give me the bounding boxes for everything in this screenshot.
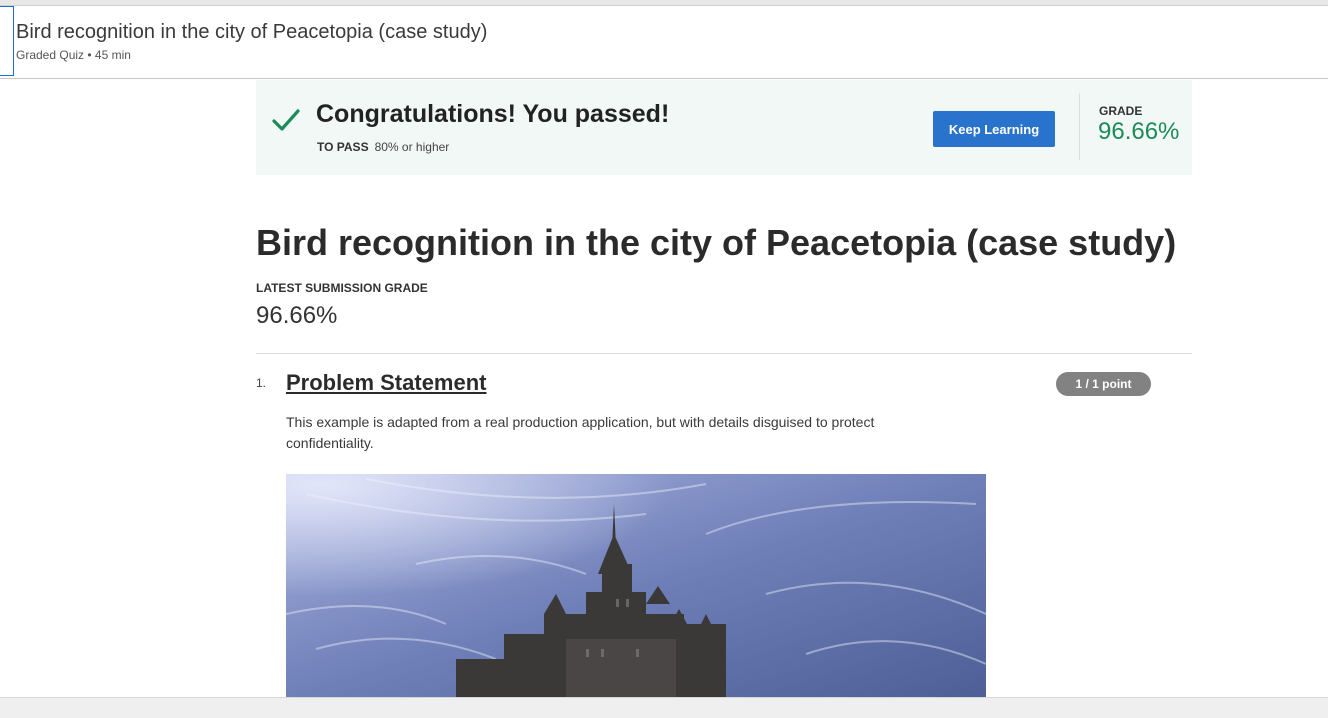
checkmark-icon — [272, 109, 300, 131]
header-subtitle: Graded Quiz • 45 min — [16, 48, 131, 62]
keep-learning-button[interactable]: Keep Learning — [933, 111, 1055, 147]
page-title: Bird recognition in the city of Peacetop… — [256, 222, 1177, 263]
banner-title: Congratulations! You passed! — [316, 100, 670, 128]
question-text: This example is adapted from a real prod… — [286, 414, 875, 451]
grade-label: GRADE — [1099, 104, 1143, 118]
pass-label: TO PASS — [317, 140, 369, 154]
grade-value: 96.66% — [1098, 118, 1180, 145]
passed-banner: Congratulations! You passed! TO PASS 80% … — [256, 80, 1192, 175]
quiz-header: Bird recognition in the city of Peacetop… — [0, 6, 1328, 79]
pass-value: 80% or higher — [374, 140, 450, 154]
banner-divider — [1079, 93, 1080, 160]
header-title: Bird recognition in the city of Peacetop… — [16, 21, 488, 43]
focus-outline — [0, 6, 14, 76]
question-image — [286, 474, 986, 697]
latest-grade-value: 96.66% — [256, 302, 338, 329]
pass-requirement: TO PASS 80% or higher — [317, 140, 449, 154]
question-number: 1. — [256, 376, 267, 390]
window-bottom-strip — [0, 697, 1328, 718]
section-divider — [256, 353, 1192, 354]
points-badge: 1 / 1 point — [1056, 372, 1151, 396]
castle-photo — [286, 474, 986, 697]
question-title: Problem Statement — [286, 370, 487, 395]
latest-grade-label: LATEST SUBMISSION GRADE — [256, 281, 428, 295]
